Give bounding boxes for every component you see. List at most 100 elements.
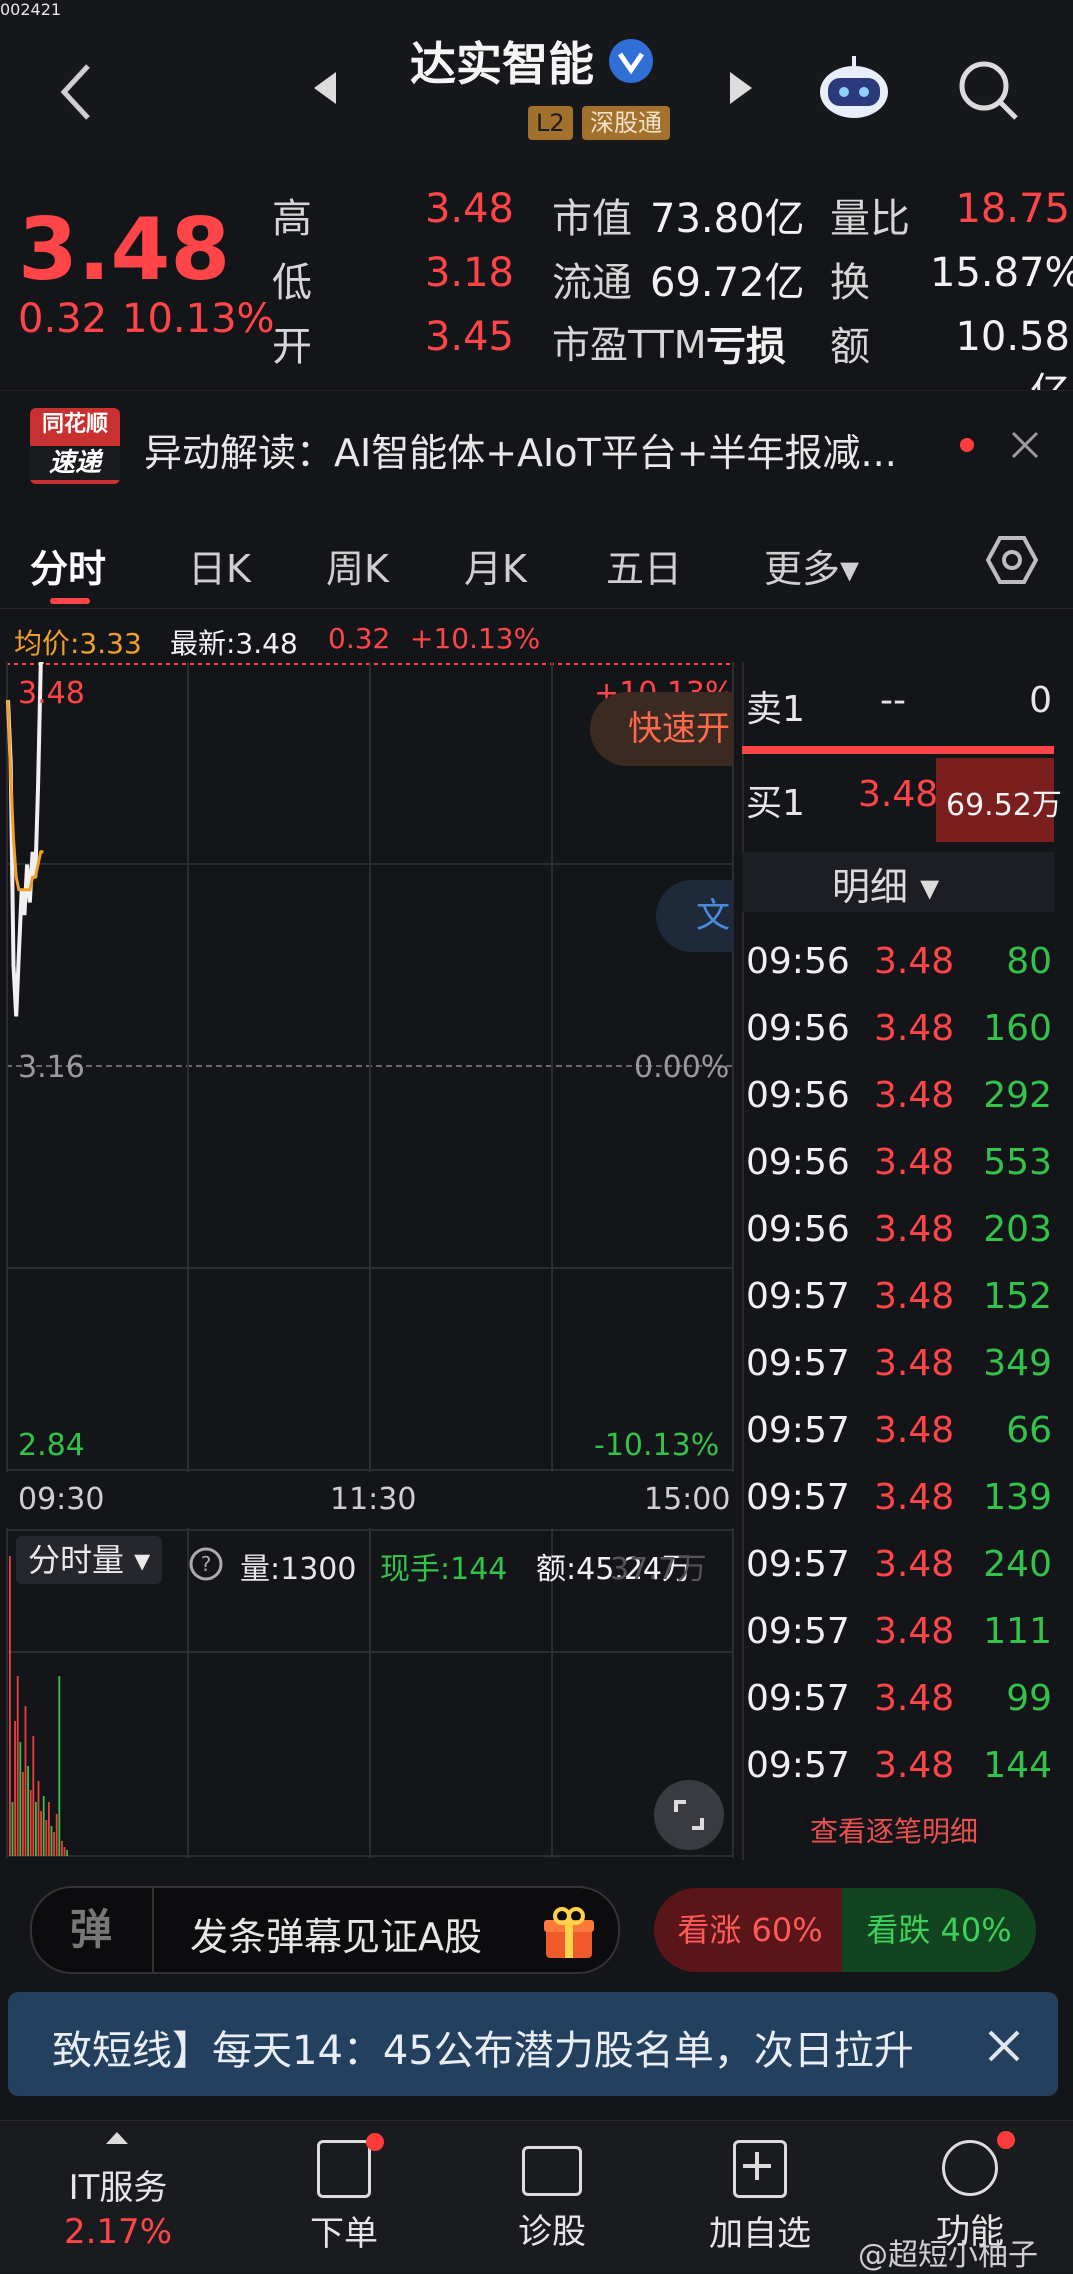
volume-bar <box>24 1706 27 1856</box>
gift-icon[interactable] <box>542 1906 596 1960</box>
tick-volume: 111 <box>983 1611 1052 1652</box>
buy-sell-ratio-bar <box>742 746 1054 754</box>
verified-icon <box>609 39 653 83</box>
pct-axis-bottom: -10.13% <box>594 1428 720 1463</box>
help-icon[interactable]: ? <box>188 1546 224 1582</box>
tick-row: 09:57 3.48 111 <box>742 1598 1054 1665</box>
volume-bar <box>66 1850 68 1856</box>
promo-text[interactable]: 致短线】每天14：45公布潜力股名单，次日拉升 <box>52 2018 952 2076</box>
tick-price: 3.48 <box>874 1410 955 1451</box>
volume-indicator-selector[interactable]: 分时量 ▾ <box>16 1536 163 1584</box>
tick-volume: 160 <box>983 1008 1052 1049</box>
view-all-ticks-link[interactable]: 查看逐笔明细 <box>810 1810 978 1850</box>
info-change-pct: +10.13% <box>410 622 541 655</box>
volume-ratio-value: 18.75 <box>955 186 1070 232</box>
bullish-vote-button[interactable]: 看涨 60% <box>654 1888 846 1972</box>
x-tick-close: 15:00 <box>644 1482 731 1517</box>
tick-row: 09:56 3.48 553 <box>742 1129 1054 1196</box>
search-icon[interactable] <box>956 58 1022 124</box>
sector-label[interactable]: IT服务 <box>30 2160 206 2209</box>
y-axis-top: 3.48 <box>18 676 85 711</box>
tab-intraday[interactable]: 分时 <box>30 538 106 593</box>
tick-time: 09:57 <box>746 1276 850 1317</box>
amount-label: 额 <box>830 324 870 370</box>
low-label: 低 <box>272 260 312 306</box>
tick-volume: 292 <box>983 1075 1052 1116</box>
volume-bar <box>58 1676 61 1856</box>
tick-volume: 66 <box>1006 1410 1052 1451</box>
x-tick-midday: 11:30 <box>330 1482 417 1517</box>
expand-button[interactable] <box>654 1780 724 1850</box>
prev-stock-icon[interactable] <box>312 70 338 106</box>
tick-time: 09:56 <box>746 1142 850 1183</box>
nav-diagnose-label: 诊股 <box>518 2212 586 2252</box>
next-stock-icon[interactable] <box>728 70 754 106</box>
pe-label: 市盈TTM <box>552 323 707 367</box>
tab-more[interactable]: 更多▾ <box>764 538 859 593</box>
volume-bar <box>29 1790 32 1856</box>
tick-row: 09:57 3.48 240 <box>742 1531 1054 1598</box>
tab-daily-k[interactable]: 日K <box>188 538 251 593</box>
tick-price: 3.48 <box>874 1611 955 1652</box>
turnover-label: 换 <box>830 260 870 306</box>
sgt-badge: 深股通 <box>582 106 670 140</box>
tick-time: 09:57 <box>746 1678 850 1719</box>
stock-name[interactable]: 达实智能 <box>410 28 594 94</box>
svg-text:?: ? <box>201 1552 212 1576</box>
order-badge-dot <box>366 2133 384 2151</box>
bearish-vote-button[interactable]: 看跌 40% <box>842 1888 1036 1972</box>
tick-price: 3.48 <box>874 1343 955 1384</box>
nav-add-watchlist[interactable]: 加自选 <box>660 2140 860 2255</box>
chart-settings-icon[interactable] <box>986 534 1038 586</box>
volume-bar <box>14 1721 16 1856</box>
sector-pct: 2.17% <box>63 2212 172 2252</box>
doc-button[interactable]: 文 <box>656 880 734 952</box>
tick-volume: 144 <box>983 1745 1052 1786</box>
tick-volume: 139 <box>983 1477 1052 1518</box>
robot-assistant-icon[interactable] <box>814 52 894 122</box>
nav-diagnose[interactable]: 诊股 <box>452 2140 652 2253</box>
back-icon[interactable] <box>58 62 98 122</box>
tick-time: 09:57 <box>746 1477 850 1518</box>
caret-up-icon <box>106 2132 128 2144</box>
functions-badge-dot <box>997 2131 1015 2149</box>
stock-code: 002421 <box>0 0 62 19</box>
tick-row: 09:57 3.48 144 <box>742 1732 1054 1799</box>
volume-bar <box>61 1841 63 1856</box>
tick-price: 3.48 <box>874 1075 955 1116</box>
quick-open-button[interactable]: 快速开 <box>590 692 734 766</box>
nav-order[interactable]: 下单 <box>244 2133 444 2255</box>
tick-list[interactable]: 09:56 3.48 80 09:56 3.48 160 09:56 3.48 292 09:56… <box>742 928 1054 1800</box>
high-value: 3.48 <box>424 186 514 232</box>
tick-row: 09:57 3.48 99 <box>742 1665 1054 1732</box>
sell1-price: -- <box>880 680 906 721</box>
tick-row: 09:56 3.48 80 <box>742 928 1054 995</box>
tab-five-day[interactable]: 五日 <box>606 538 682 593</box>
high-label: 高 <box>272 196 312 242</box>
tab-monthly-k[interactable]: 月K <box>464 538 527 593</box>
volume-bar <box>63 1847 66 1856</box>
danmu-input[interactable]: 发条弹幕见证A股 <box>190 1906 482 1961</box>
open-value: 3.45 <box>424 314 514 360</box>
unread-dot <box>960 438 974 452</box>
detail-label[interactable]: 明细 ▾ <box>832 856 939 911</box>
volume-bar <box>16 1676 19 1856</box>
pe-value: 亏损 <box>706 324 786 370</box>
tick-row: 09:57 3.48 349 <box>742 1330 1054 1397</box>
pct-axis-mid: 0.00% <box>634 1050 730 1085</box>
banner-close-icon[interactable] <box>986 2028 1022 2064</box>
danmu-toggle-icon[interactable]: 弹 <box>30 1888 154 1972</box>
logo-top-text: 同花顺 <box>41 412 108 437</box>
volume-bar <box>19 1742 22 1856</box>
add-square-icon <box>733 2140 787 2198</box>
current-hand: 现手:144 <box>380 1552 508 1587</box>
logo-bottom-text: 速递 <box>30 446 120 480</box>
news-close-icon[interactable] <box>1010 430 1040 460</box>
tab-weekly-k[interactable]: 周K <box>326 538 389 593</box>
news-text[interactable]: 异动解读：AI智能体+AIoT平台+半年报减... <box>144 422 944 477</box>
market-cap-label: 市值 <box>552 196 632 242</box>
tick-price: 3.48 <box>874 1209 955 1250</box>
intraday-chart[interactable] <box>6 662 734 1472</box>
avg-price-label: 均价:3.33 <box>14 627 142 660</box>
buy1-price: 3.48 <box>858 774 939 815</box>
